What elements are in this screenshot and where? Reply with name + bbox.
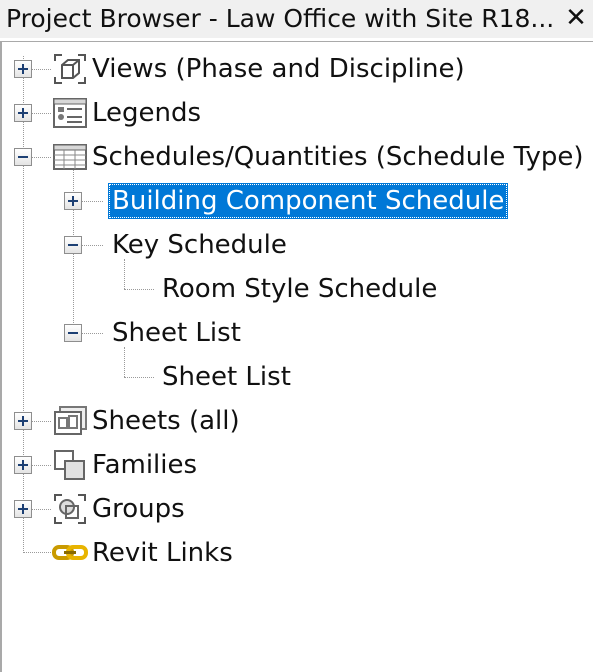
tree-item-label: Sheets (all) — [92, 406, 240, 436]
tree-item-groups[interactable]: Groups — [52, 491, 185, 527]
tree-item-families[interactable]: Families — [52, 447, 197, 483]
revit-links-chain-icon — [52, 535, 92, 571]
schedule-table-icon — [52, 139, 92, 175]
tree-item-label: Revit Links — [92, 538, 233, 568]
tree-item-label: Legends — [92, 98, 202, 128]
schedules-collapse-button[interactable] — [14, 148, 32, 166]
window-title: Project Browser - Law Office with Site R… — [6, 4, 555, 33]
views-3d-box-icon — [52, 51, 92, 87]
tree-connector — [124, 347, 125, 377]
legends-expand-button[interactable] — [14, 104, 32, 122]
families-expand-button[interactable] — [14, 456, 32, 474]
tree-connector — [124, 289, 154, 290]
key-schedule-collapse-button[interactable] — [64, 236, 82, 254]
sheets-icon — [52, 403, 92, 439]
tree-item-label: Sheet List — [162, 362, 291, 392]
families-icon — [52, 447, 92, 483]
tree-item-building-component-schedule[interactable]: Building Component Schedule — [108, 183, 509, 219]
title-bar: Project Browser - Law Office with Site R… — [0, 0, 593, 38]
tree-item-label: Room Style Schedule — [162, 274, 438, 304]
tree-connector — [23, 56, 24, 551]
tree-item-label: Building Component Schedule — [108, 183, 509, 219]
building-component-expand-button[interactable] — [64, 192, 82, 210]
tree-connector — [124, 377, 154, 378]
sheet-list-collapse-button[interactable] — [64, 324, 82, 342]
tree-item-schedules[interactable]: Schedules/Quantities (Schedule Type) — [52, 139, 584, 175]
tree-item-room-style-schedule[interactable]: Room Style Schedule — [162, 271, 437, 307]
tree-item-legends[interactable]: Legends — [52, 95, 201, 131]
close-icon: ✕ — [565, 3, 587, 33]
legend-icon — [52, 95, 92, 131]
close-button[interactable]: ✕ — [563, 4, 589, 32]
tree-item-sheets[interactable]: Sheets (all) — [52, 403, 240, 439]
tree-item-key-schedule[interactable]: Key Schedule — [112, 227, 287, 263]
tree-connector — [23, 552, 51, 553]
project-tree: Views (Phase and Discipline) Legends Sch… — [2, 42, 593, 672]
groups-expand-button[interactable] — [14, 500, 32, 518]
tree-item-label: Sheet List — [112, 318, 241, 348]
tree-item-label: Key Schedule — [112, 230, 287, 260]
tree-item-sheet-list-group[interactable]: Sheet List — [112, 315, 241, 351]
tree-item-label: Groups — [92, 494, 185, 524]
tree-item-label: Views (Phase and Discipline) — [92, 54, 465, 84]
groups-icon — [52, 491, 92, 527]
sheets-expand-button[interactable] — [14, 412, 32, 430]
tree-item-sheet-list[interactable]: Sheet List — [162, 359, 291, 395]
tree-item-label: Families — [92, 450, 198, 480]
tree-item-revit-links[interactable]: Revit Links — [52, 535, 233, 571]
tree-connector — [124, 259, 125, 289]
project-browser-tree-panel[interactable]: Views (Phase and Discipline) Legends Sch… — [0, 41, 593, 672]
views-expand-button[interactable] — [14, 60, 32, 78]
tree-item-label: Schedules/Quantities (Schedule Type) — [92, 142, 584, 172]
tree-item-views[interactable]: Views (Phase and Discipline) — [52, 51, 465, 87]
